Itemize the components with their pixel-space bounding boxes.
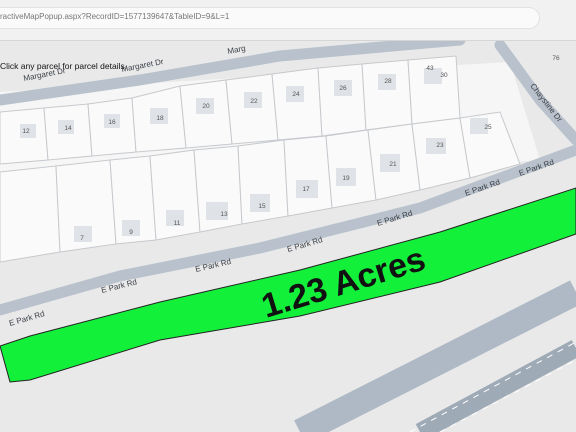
lot-number: 76	[552, 55, 560, 62]
parcel-26[interactable]	[317, 63, 367, 137]
parcel-17[interactable]	[283, 135, 333, 217]
lot-number: 14	[64, 125, 72, 132]
lot-number: 13	[220, 211, 228, 218]
lot-number: 21	[389, 161, 397, 168]
lot-number: 20	[202, 103, 210, 110]
parcel-7a[interactable]	[0, 165, 61, 263]
lot-number: 18	[156, 115, 164, 122]
lot-number: 26	[339, 85, 347, 92]
lot-number: 25	[484, 124, 492, 131]
lot-number: 28	[384, 78, 392, 85]
browser-address-bar: ractiveMapPopup.aspx?RecordID=1577139647…	[0, 0, 576, 40]
lot-number: 15	[258, 203, 266, 210]
lot-number: 30	[440, 72, 448, 79]
lot-number: 17	[302, 186, 310, 193]
map-view[interactable]: 12 14 16 18 20 22 24 26 28 43 30 25 23 2…	[0, 41, 576, 432]
lot-number: 19	[342, 175, 350, 182]
url-field[interactable]: ractiveMapPopup.aspx?RecordID=1577139647…	[0, 7, 540, 29]
lot-number: 24	[292, 91, 300, 98]
lot-number: 11	[174, 220, 181, 227]
lot-number: 12	[22, 128, 30, 135]
map-canvas[interactable]: 12 14 16 18 20 22 24 26 28 43 30 25 23 2…	[0, 41, 576, 432]
parcel-22[interactable]	[225, 73, 279, 145]
lot-number: 43	[426, 65, 434, 72]
lot-number: 16	[108, 119, 116, 126]
lot-number: 7	[80, 235, 84, 242]
parcel-28[interactable]	[361, 59, 413, 131]
parcel-30[interactable]	[407, 55, 461, 125]
lot-number: 9	[129, 229, 133, 236]
lot-number: 23	[436, 142, 444, 149]
parcel-24[interactable]	[271, 67, 323, 141]
map-hint: Click any parcel for parcel details.	[0, 61, 128, 71]
url-text: ractiveMapPopup.aspx?RecordID=1577139647…	[0, 12, 230, 21]
lot-number: 22	[250, 98, 258, 105]
